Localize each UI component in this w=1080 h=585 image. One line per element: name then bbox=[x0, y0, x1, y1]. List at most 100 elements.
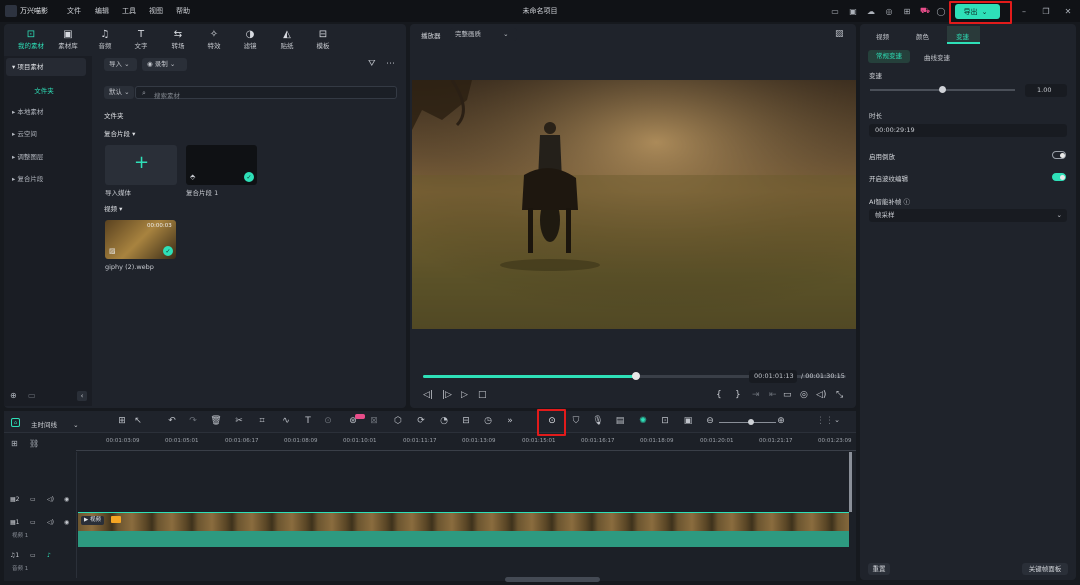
nav-compound-clip[interactable]: ▸ 复合片段 bbox=[6, 170, 86, 188]
undo-icon[interactable]: ↶ bbox=[166, 416, 178, 426]
main-timeline-dropdown[interactable]: 主时间线 ⌄ bbox=[31, 419, 79, 429]
tab-my-media[interactable]: ⊡ 我的素材 bbox=[16, 29, 46, 50]
layout-icon[interactable]: ▭ bbox=[830, 6, 840, 16]
camera-icon[interactable]: ◎ bbox=[800, 390, 808, 400]
delete-icon[interactable]: 🗑 bbox=[210, 416, 222, 426]
quality-dropdown[interactable]: 完整画质 ⌄ bbox=[450, 28, 517, 41]
add-track-icon[interactable]: ⊞ bbox=[11, 439, 18, 448]
home-icon[interactable]: ⌂ bbox=[11, 418, 20, 427]
headset-icon[interactable]: ◎ bbox=[884, 6, 894, 16]
import-media-tile[interactable]: + bbox=[105, 145, 177, 185]
video-clip[interactable]: ▶ 视频 bbox=[78, 512, 849, 532]
volume-icon[interactable]: ◁) bbox=[816, 390, 826, 400]
nav-cloud[interactable]: ▸ 云空间 bbox=[6, 125, 86, 143]
select-tool-icon[interactable]: ↖ bbox=[132, 416, 144, 426]
tab-transition[interactable]: ⇆ 转场 bbox=[163, 29, 193, 50]
progress-handle[interactable] bbox=[632, 372, 640, 380]
zoom-out-icon[interactable]: ⊖ bbox=[704, 416, 716, 426]
render-preview-icon[interactable]: ⊙ bbox=[546, 416, 558, 426]
step-back-icon[interactable]: |▷ bbox=[442, 390, 452, 400]
more-icon[interactable]: ⋯ bbox=[386, 59, 395, 69]
nav-project-media[interactable]: ▾ 项目素材 bbox=[6, 58, 86, 76]
tab-effects[interactable]: ✧ 特效 bbox=[199, 29, 229, 50]
fullscreen-icon[interactable]: ⤡ bbox=[836, 390, 843, 400]
video-heading[interactable]: 视频 ▾ bbox=[104, 203, 122, 213]
more-tools-icon[interactable]: » bbox=[504, 416, 516, 426]
tab-sticker[interactable]: ◭ 贴纸 bbox=[272, 29, 302, 50]
playhead[interactable] bbox=[849, 452, 852, 512]
audio-edit-icon[interactable]: ∿ bbox=[280, 416, 292, 426]
ai-cutout-icon[interactable]: ⊠ bbox=[368, 416, 380, 426]
nav-local-media[interactable]: ▸ 本地素材 bbox=[6, 103, 86, 121]
speed-value[interactable]: 1.00 bbox=[1025, 84, 1067, 97]
duration-field[interactable]: 00:00:29:19 bbox=[869, 124, 1067, 137]
subtitle-icon[interactable]: ▣ bbox=[682, 416, 694, 426]
tracking-icon[interactable]: ⊟ bbox=[460, 416, 472, 426]
color-match-icon[interactable]: ⬡ bbox=[392, 416, 404, 426]
subtab-constant-speed[interactable]: 常规变速 bbox=[868, 50, 910, 63]
link-icon[interactable]: ⛓ bbox=[29, 439, 39, 448]
snapshot-icon[interactable]: ▨ bbox=[835, 29, 844, 39]
text-tool-icon[interactable]: T bbox=[302, 416, 314, 426]
tab-color[interactable]: 颜色 bbox=[916, 31, 929, 41]
tab-stock[interactable]: ▣ 素材库 bbox=[53, 29, 83, 50]
export-button[interactable]: 导出 ⌄ bbox=[955, 4, 1000, 19]
cloud-icon[interactable]: ☁ bbox=[866, 6, 876, 16]
sort-dropdown[interactable]: 默认 ⌄ bbox=[104, 86, 134, 99]
keyframe-panel-button[interactable]: 关键帧面板 bbox=[1022, 563, 1068, 575]
mark-out-icon[interactable]: } bbox=[735, 390, 741, 400]
voiceover-icon[interactable]: ▤ bbox=[614, 416, 626, 426]
grid-icon[interactable]: ⊞ bbox=[116, 416, 128, 426]
compound-heading[interactable]: 复合片段 ▾ bbox=[104, 128, 135, 138]
save-icon[interactable]: ▣ bbox=[848, 6, 858, 16]
palette-icon[interactable]: ◔ bbox=[438, 416, 450, 426]
nav-folder[interactable]: 文件夹 bbox=[0, 85, 88, 95]
mic-icon[interactable]: 🎙 bbox=[592, 416, 604, 426]
speed-slider-handle[interactable] bbox=[939, 86, 946, 93]
filter-icon[interactable]: ⛛ bbox=[368, 59, 376, 69]
reset-button[interactable]: 重置 bbox=[868, 563, 890, 575]
zoom-in-icon[interactable]: ⊕ bbox=[775, 416, 787, 426]
ai-frame-dropdown[interactable]: 帧采样 ⌄ bbox=[869, 209, 1067, 222]
audio-wave-icon[interactable]: ♪ bbox=[47, 552, 51, 559]
eye-icon[interactable]: ◉ bbox=[64, 519, 69, 526]
tab-audio[interactable]: ♫ 音频 bbox=[90, 29, 120, 50]
play-icon[interactable]: ▷ bbox=[461, 390, 468, 400]
audio-clip[interactable] bbox=[78, 531, 849, 547]
redo-icon[interactable]: ↷ bbox=[187, 416, 199, 426]
timer-icon[interactable]: ◷ bbox=[482, 416, 494, 426]
nav-adjustment-layer[interactable]: ▸ 调整图层 bbox=[6, 148, 86, 166]
import-dropdown[interactable]: 导入 ⌄ bbox=[104, 58, 137, 71]
overwrite-icon[interactable]: ⇤ bbox=[769, 390, 777, 400]
tab-template[interactable]: ⊟ 模板 bbox=[308, 29, 338, 50]
monitor-icon[interactable]: ▭ bbox=[783, 390, 792, 400]
insert-icon[interactable]: ⇥ bbox=[752, 390, 760, 400]
compound-clip-tile[interactable]: ⬘ ✓ bbox=[186, 145, 257, 185]
subtab-curve-speed[interactable]: 曲线变速 bbox=[924, 52, 950, 62]
collapse-sidebar-icon[interactable]: ‹ bbox=[77, 391, 87, 401]
folder-icon[interactable]: ▭ bbox=[28, 391, 36, 400]
eye-icon[interactable]: ◉ bbox=[64, 496, 69, 503]
apps-icon[interactable]: ⊞ bbox=[902, 6, 912, 16]
stop-icon[interactable]: □ bbox=[478, 390, 487, 400]
folder-icon[interactable]: ▭ bbox=[30, 519, 36, 526]
prev-frame-icon[interactable]: ◁| bbox=[423, 390, 433, 400]
minimize-icon[interactable]: – bbox=[1019, 6, 1029, 16]
zoom-slider-handle[interactable] bbox=[748, 419, 754, 425]
marker-icon[interactable]: ⛉ bbox=[570, 416, 582, 426]
video-thumbnail[interactable]: 00:00:03 ▨ ✓ bbox=[105, 220, 176, 259]
layout-grid-icon[interactable]: ⋮⋮ bbox=[816, 416, 834, 426]
tab-speed[interactable]: 变速 bbox=[947, 26, 980, 44]
ai-copilot-icon[interactable]: ✺ bbox=[637, 416, 649, 426]
chevron-down-icon[interactable]: ⌄ bbox=[831, 416, 843, 424]
folder-icon[interactable]: ▭ bbox=[30, 552, 36, 559]
reverse-toggle[interactable] bbox=[1052, 151, 1066, 159]
restore-icon[interactable]: ❐ bbox=[1041, 6, 1051, 16]
new-folder-icon[interactable]: ⊕ bbox=[10, 391, 17, 400]
mark-in-icon[interactable]: { bbox=[716, 390, 722, 400]
folder-icon[interactable]: ▭ bbox=[30, 496, 36, 503]
ripple-toggle[interactable] bbox=[1052, 173, 1066, 181]
volume-icon[interactable]: ◁) bbox=[47, 496, 54, 503]
volume-icon[interactable]: ◁) bbox=[47, 519, 54, 526]
tab-video[interactable]: 视频 bbox=[876, 31, 889, 41]
